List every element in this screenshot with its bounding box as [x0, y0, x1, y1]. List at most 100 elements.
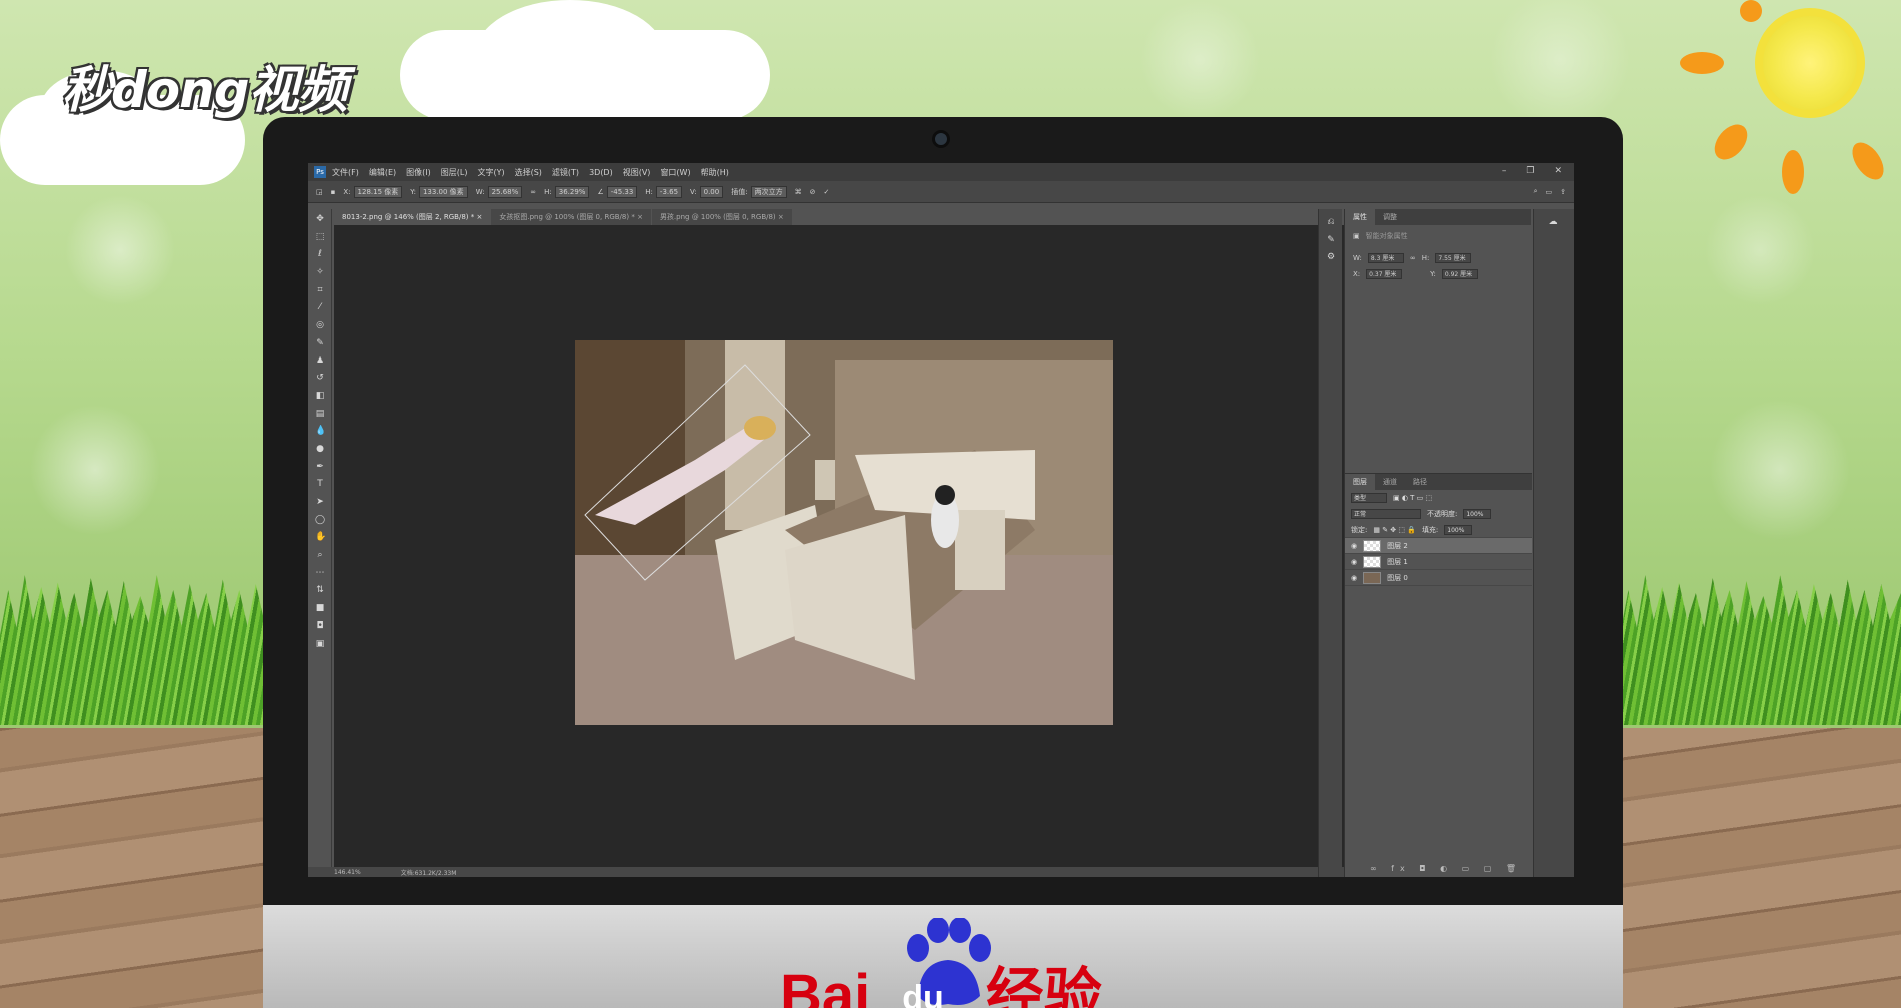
- zoom-level[interactable]: 146.41%: [334, 869, 361, 876]
- link-icon[interactable]: ∞: [1410, 254, 1416, 262]
- layers-tabs: 图层 通道 路径: [1345, 474, 1532, 490]
- angle-field[interactable]: -45.33: [606, 185, 638, 198]
- bedroom-photo[interactable]: [575, 340, 1113, 725]
- height-field[interactable]: 36.29%: [554, 185, 590, 198]
- eraser-tool-icon[interactable]: ◧: [315, 391, 325, 401]
- quick-mask-icon[interactable]: ◘: [315, 621, 325, 631]
- color-swatch-icon[interactable]: ■: [315, 603, 325, 613]
- cancel-transform-icon[interactable]: ⊘: [810, 188, 816, 196]
- tab-paths[interactable]: 路径: [1405, 477, 1435, 487]
- interpolation-select[interactable]: 两次立方: [750, 185, 787, 198]
- adjust-panel-icon[interactable]: ⚙: [1326, 252, 1336, 262]
- pen-tool-icon[interactable]: ✒: [315, 462, 325, 472]
- path-select-tool-icon[interactable]: ➤: [315, 497, 325, 507]
- workspace-icon[interactable]: ▭: [1546, 188, 1553, 196]
- layer-row[interactable]: ◉ 图层 2: [1345, 538, 1532, 554]
- menu-file[interactable]: 文件(F): [332, 167, 359, 178]
- history-panel-icon[interactable]: ⎌: [1326, 217, 1336, 227]
- minimize-icon[interactable]: –: [1502, 166, 1507, 176]
- window-controls: – ❐ ✕: [1502, 166, 1562, 176]
- dodge-tool-icon[interactable]: ●: [315, 444, 325, 454]
- share-icon[interactable]: ⇪: [1560, 188, 1566, 196]
- hskew-field[interactable]: -3.65: [655, 185, 683, 198]
- layer-name: 图层 1: [1387, 557, 1408, 566]
- opacity-field[interactable]: 100%: [1463, 509, 1492, 519]
- props-x[interactable]: 0.37 厘米: [1366, 269, 1403, 279]
- filter-icons[interactable]: ▣ ◐ T ▭ ⬚: [1393, 494, 1432, 502]
- menu-image[interactable]: 图像(I): [406, 167, 431, 178]
- layer-row[interactable]: ◉ 图层 1: [1345, 554, 1532, 570]
- tab-document-1[interactable]: 8013-2.png @ 146% (图层 2, RGB/8) * ×: [334, 209, 491, 225]
- warp-icon[interactable]: ⌘: [795, 188, 802, 196]
- menu-3d[interactable]: 3D(D): [589, 168, 613, 177]
- zoom-tool-icon[interactable]: ⌕: [315, 550, 325, 560]
- healing-tool-icon[interactable]: ◎: [315, 320, 325, 330]
- menu-select[interactable]: 选择(S): [515, 167, 542, 178]
- default-colors-icon[interactable]: ⇅: [315, 585, 325, 595]
- menu-window[interactable]: 窗口(W): [660, 167, 690, 178]
- props-y[interactable]: 0.92 厘米: [1441, 269, 1478, 279]
- fill-field[interactable]: 100%: [1444, 524, 1473, 535]
- tab-layers[interactable]: 图层: [1345, 474, 1375, 490]
- blend-mode-select[interactable]: 正常: [1351, 509, 1421, 519]
- crop-tool-icon[interactable]: ⌗: [315, 285, 325, 295]
- shape-tool-icon[interactable]: ◯: [315, 515, 325, 525]
- menu-layer[interactable]: 图层(L): [441, 167, 468, 178]
- marquee-tool-icon[interactable]: ⬚: [315, 232, 325, 242]
- h-label: H:: [544, 187, 552, 196]
- blur-tool-icon[interactable]: 💧: [315, 426, 326, 436]
- eye-icon[interactable]: ◉: [1351, 574, 1357, 582]
- search-icon[interactable]: ⌕: [1534, 187, 1538, 196]
- menu-filter[interactable]: 滤镜(T): [552, 167, 579, 178]
- tab-document-3[interactable]: 男孩.png @ 100% (图层 0, RGB/8) ×: [651, 209, 792, 225]
- tab-adjustments[interactable]: 调整: [1375, 212, 1405, 222]
- lasso-tool-icon[interactable]: ℓ: [315, 249, 325, 259]
- vskew-field-group: V: 0.00: [690, 185, 724, 198]
- screen-mode-icon[interactable]: ▣: [315, 639, 325, 649]
- eye-icon[interactable]: ◉: [1351, 542, 1357, 550]
- more-tools-icon[interactable]: ⋯: [315, 568, 325, 578]
- eyedropper-tool-icon[interactable]: ⁄: [315, 302, 325, 312]
- eye-icon[interactable]: ◉: [1351, 558, 1357, 566]
- canvas-area[interactable]: [334, 225, 1398, 868]
- props-height[interactable]: 7.55 厘米: [1435, 253, 1472, 263]
- layer-filter-row: 类型 ▣ ◐ T ▭ ⬚: [1345, 490, 1532, 506]
- width-field[interactable]: 25.68%: [487, 185, 523, 198]
- stamp-tool-icon[interactable]: ♟: [315, 356, 325, 366]
- move-tool-preset-icon[interactable]: ◲: [316, 188, 323, 196]
- x-field[interactable]: 128.15 像素: [353, 185, 403, 198]
- lock-icons[interactable]: ▦ ✎ ✥ ⬚ 🔒: [1373, 526, 1416, 534]
- tab-properties[interactable]: 属性: [1345, 209, 1375, 225]
- layers-footer-icons[interactable]: ∞ fx ◘ ◐ ▭ ▢ 🗑: [1370, 864, 1522, 873]
- close-icon[interactable]: ×: [778, 213, 784, 221]
- gradient-tool-icon[interactable]: ▤: [315, 409, 325, 419]
- props-width[interactable]: 8.3 厘米: [1367, 253, 1404, 263]
- reference-point-icon[interactable]: ▪: [331, 188, 336, 196]
- tab-channels[interactable]: 通道: [1375, 477, 1405, 487]
- hand-tool-icon[interactable]: ✋: [315, 532, 326, 542]
- type-tool-icon[interactable]: T: [315, 479, 325, 489]
- status-bar: 146.41% 文档:631.2K/2.33M: [308, 867, 1398, 877]
- close-icon[interactable]: ×: [476, 213, 482, 221]
- menu-edit[interactable]: 编辑(E): [369, 167, 396, 178]
- menu-view[interactable]: 视图(V): [623, 167, 651, 178]
- move-tool-icon[interactable]: ✥: [315, 214, 325, 224]
- y-field[interactable]: 133.00 像素: [418, 185, 468, 198]
- sun-ray: [1740, 0, 1762, 22]
- brush-tool-icon[interactable]: ✎: [315, 338, 325, 348]
- menu-type[interactable]: 文字(Y): [477, 167, 504, 178]
- libraries-panel-icon[interactable]: ☁: [1548, 217, 1558, 227]
- link-icon[interactable]: ∞: [530, 188, 536, 196]
- menu-help[interactable]: 帮助(H): [701, 167, 729, 178]
- history-brush-tool-icon[interactable]: ↺: [315, 373, 325, 383]
- restore-icon[interactable]: ❐: [1526, 166, 1534, 176]
- close-icon[interactable]: ✕: [1554, 166, 1562, 176]
- layer-row[interactable]: ◉ 图层 0: [1345, 570, 1532, 586]
- tab-document-2[interactable]: 女孩抠图.png @ 100% (图层 0, RGB/8) * ×: [491, 209, 651, 225]
- brush-panel-icon[interactable]: ✎: [1326, 235, 1336, 245]
- layer-kind-select[interactable]: 类型: [1351, 493, 1387, 503]
- magic-wand-tool-icon[interactable]: ✧: [315, 267, 325, 277]
- close-icon[interactable]: ×: [637, 213, 643, 221]
- commit-transform-icon[interactable]: ✓: [823, 188, 829, 196]
- vskew-field[interactable]: 0.00: [699, 185, 724, 198]
